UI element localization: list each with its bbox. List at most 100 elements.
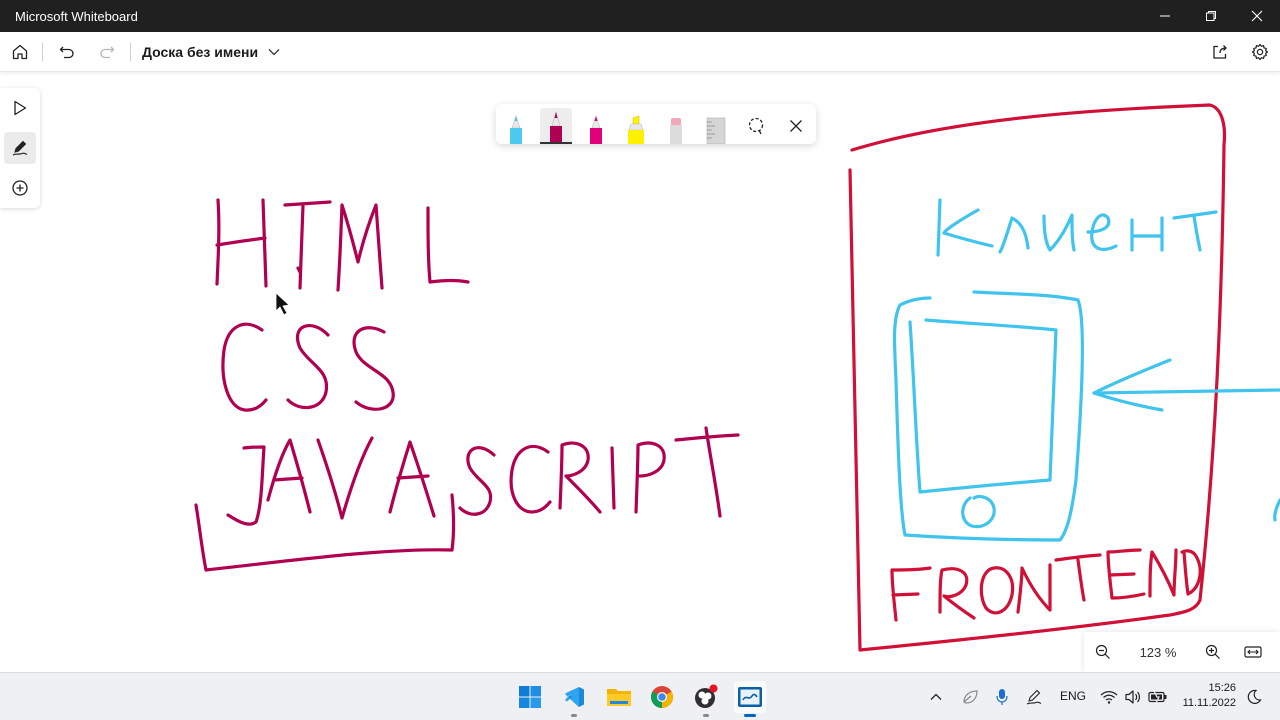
start-button[interactable] (514, 681, 546, 713)
app-toolbar: Доска без имени (0, 32, 1280, 72)
board-menu-button[interactable] (262, 40, 286, 64)
zoom-out-button[interactable] (1091, 640, 1115, 664)
taskbar-chrome[interactable] (646, 681, 678, 713)
inking-tool-button[interactable] (4, 132, 36, 164)
highlighter-button[interactable] (620, 108, 652, 144)
chevron-up-icon (930, 693, 942, 700)
settings-button[interactable] (1248, 40, 1272, 64)
ink-edge-stroke (1273, 498, 1280, 522)
running-indicator (571, 714, 577, 717)
running-indicator (744, 714, 756, 717)
tool-rail (0, 88, 40, 208)
tray-onedrive[interactable] (956, 681, 984, 713)
fit-screen-icon (1244, 646, 1262, 658)
tray-battery[interactable] (1146, 681, 1170, 713)
ink-client-word (936, 198, 1218, 257)
share-icon (1213, 45, 1227, 59)
tray-volume[interactable] (1122, 681, 1144, 713)
highlighter-icon (628, 115, 644, 144)
undo-button[interactable] (55, 40, 79, 64)
restore-button[interactable] (1188, 0, 1234, 32)
undo-icon (59, 46, 74, 59)
pen-icon (550, 110, 562, 144)
eraser-button[interactable] (660, 108, 692, 144)
running-indicator (703, 714, 709, 717)
tray-network[interactable] (1098, 681, 1120, 713)
speaker-icon (1125, 690, 1140, 704)
ink-html (215, 198, 470, 292)
pen-icon (590, 115, 602, 144)
lasso-icon (748, 117, 764, 135)
close-icon (1251, 10, 1263, 22)
windows-logo-icon (519, 686, 541, 708)
close-palette-button[interactable] (780, 108, 812, 144)
tray-microphone[interactable] (988, 681, 1016, 713)
ink-layer (194, 103, 1280, 652)
magenta-pen-button[interactable] (540, 108, 572, 144)
toolbar-divider (42, 43, 43, 61)
moon-icon (1247, 689, 1262, 704)
zoom-in-icon (1205, 644, 1220, 659)
obs-icon (695, 684, 718, 708)
pen-icon (510, 115, 522, 144)
taskbar: ENG (0, 672, 1280, 720)
gear-icon (1251, 43, 1269, 61)
mouse-cursor (275, 292, 290, 316)
zoom-in-button[interactable] (1201, 640, 1225, 664)
zoom-level[interactable]: 123 % (1138, 645, 1178, 660)
redo-icon (100, 46, 115, 59)
ruler-icon (706, 117, 726, 144)
pen-icon (1026, 689, 1042, 705)
ink-front-end (890, 548, 1202, 622)
board-title[interactable]: Доска без имени (142, 44, 258, 60)
clock-time: 15:26 (1208, 682, 1236, 694)
input-language[interactable]: ENG (1060, 689, 1086, 703)
taskbar-file-explorer[interactable] (603, 681, 635, 713)
select-tool-button[interactable] (4, 92, 36, 124)
pink-pen-button[interactable] (580, 108, 612, 144)
close-icon (790, 120, 802, 132)
cyan-pen-button[interactable] (500, 108, 532, 144)
system-clock[interactable]: 15:26 11.11.2022 (1178, 681, 1236, 711)
restore-icon (1206, 11, 1216, 21)
close-button[interactable] (1234, 0, 1280, 32)
battery-icon (1148, 690, 1167, 704)
eraser-icon (670, 118, 682, 144)
tray-pen-workspace[interactable] (1020, 681, 1048, 713)
ink-javascript (194, 426, 740, 572)
zoom-control: 123 % (1084, 632, 1280, 672)
ink-arrow (1092, 358, 1280, 412)
minimize-icon (1160, 15, 1170, 17)
share-button[interactable] (1208, 40, 1232, 64)
window-title: Microsoft Whiteboard (15, 9, 138, 24)
lasso-select-button[interactable] (740, 108, 772, 144)
add-content-button[interactable] (4, 172, 36, 204)
taskbar-whiteboard[interactable] (734, 681, 766, 717)
ink-css (221, 322, 395, 412)
minimize-button[interactable] (1142, 0, 1188, 32)
whiteboard-canvas[interactable] (0, 72, 1280, 672)
taskbar-vscode[interactable] (558, 681, 590, 717)
vscode-icon (565, 687, 584, 707)
chrome-icon (651, 686, 673, 708)
folder-icon (607, 689, 631, 706)
home-button[interactable] (8, 40, 32, 64)
fit-to-screen-button[interactable] (1241, 640, 1265, 664)
show-hidden-icons-button[interactable] (922, 681, 950, 713)
taskbar-obs-studio[interactable] (690, 681, 722, 717)
ruler-button[interactable] (700, 108, 732, 144)
pointer-icon (14, 100, 27, 116)
home-icon (12, 44, 28, 60)
wifi-icon (1100, 690, 1118, 704)
plus-circle-icon (12, 180, 28, 196)
chevron-down-icon (268, 49, 280, 56)
redo-button[interactable] (95, 40, 119, 64)
tray-do-not-disturb[interactable] (1240, 681, 1268, 713)
ink-phone (892, 290, 1085, 542)
toolbar-divider (130, 43, 131, 61)
whiteboard-icon (738, 687, 762, 707)
title-bar: Microsoft Whiteboard (0, 0, 1280, 32)
microphone-icon (996, 689, 1008, 705)
zoom-out-icon (1095, 644, 1110, 659)
leaf-icon (963, 690, 978, 704)
